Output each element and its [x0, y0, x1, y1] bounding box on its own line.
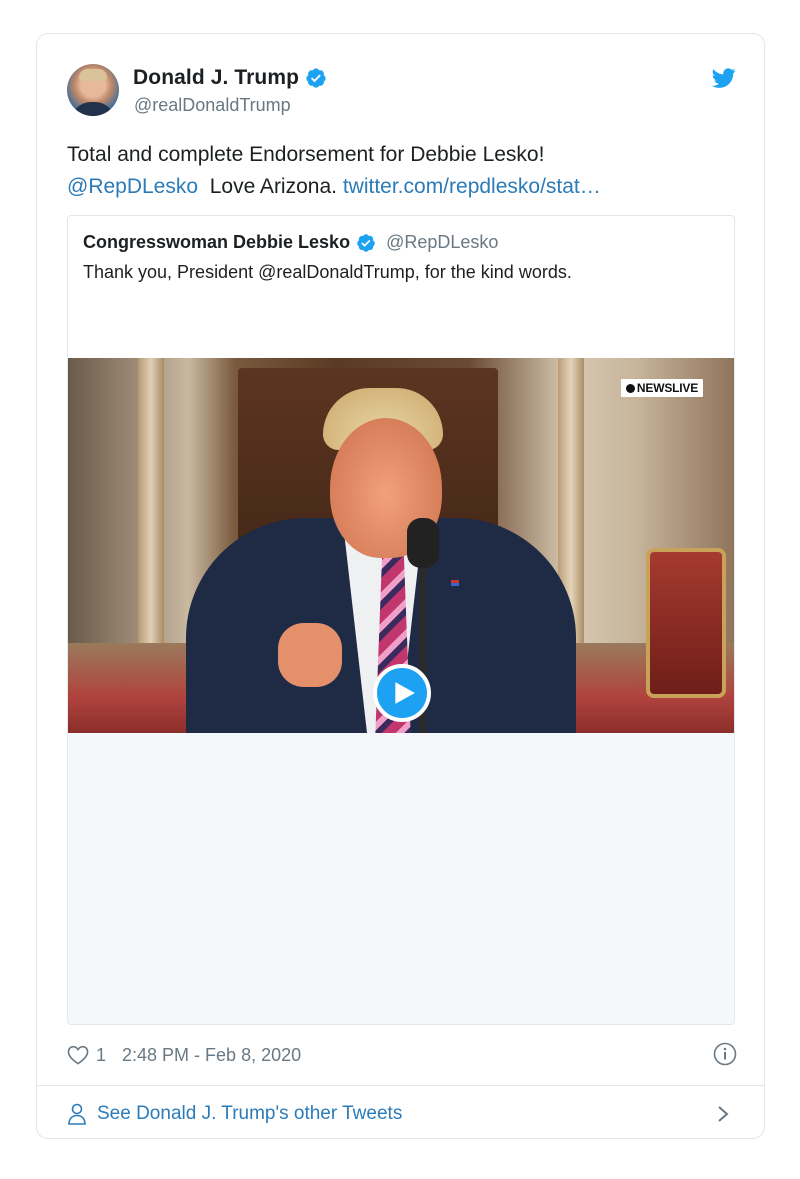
quoted-text: Thank you, President @realDonaldTrump, f… [83, 262, 572, 282]
quoted-tweet[interactable]: Congresswoman Debbie Lesko @RepDLesko Th… [67, 215, 735, 1025]
news-badge-text: NEWSLIVE [636, 381, 698, 395]
quoted-author-name: Congresswoman Debbie Lesko [83, 232, 351, 252]
author-handle[interactable]: @realDonaldTrump [134, 95, 291, 116]
abc-logo-icon [625, 383, 635, 393]
timestamp[interactable]: 2:48 PM - Feb 8, 2020 [122, 1045, 301, 1066]
author-name[interactable]: Donald J. Trump [133, 66, 299, 90]
quoted-author-handle: @RepDLesko [386, 232, 499, 252]
verified-badge-icon [306, 68, 326, 88]
like-count: 1 [96, 1044, 107, 1065]
mention-link[interactable]: @RepDLesko [67, 175, 198, 198]
video-player[interactable]: NEWSLIVE [68, 358, 734, 733]
person-icon [68, 1103, 86, 1125]
tweet-header: Donald J. Trump @realDonaldTrump [67, 64, 737, 118]
heart-icon[interactable] [67, 1045, 89, 1065]
see-other-tweets-label[interactable]: See Donald J. Trump's other Tweets [97, 1103, 402, 1125]
verified-badge-icon [357, 233, 375, 252]
tweet-body: Total and complete Endorsement for Debbi… [67, 139, 727, 203]
avatar-hair [79, 69, 107, 81]
flag-pin [451, 580, 459, 586]
tweet-text-line2: @RepDLesko Love Arizona. twitter.com/rep… [67, 171, 727, 203]
news-logo-badge: NEWSLIVE [620, 379, 703, 397]
chevron-right-icon[interactable] [717, 1105, 729, 1123]
video-bg-pillar [138, 358, 164, 658]
microphone [407, 518, 439, 568]
avatar-suit [71, 102, 115, 116]
author-name-row: Donald J. Trump [133, 66, 327, 90]
see-other-tweets-link[interactable]: See Donald J. Trump's other Tweets [67, 1099, 737, 1129]
video-bg-chair [646, 548, 726, 698]
info-icon[interactable] [713, 1042, 737, 1066]
quoted-media-placeholder [68, 733, 734, 1024]
quoted-header: Congresswoman Debbie Lesko @RepDLesko [83, 232, 498, 253]
tweet-text-middle: Love Arizona. [209, 175, 337, 198]
author-avatar[interactable] [67, 64, 119, 116]
play-button[interactable] [373, 664, 431, 722]
embedded-tweet-card: Donald J. Trump @realDonaldTrump Total a… [36, 33, 765, 1139]
status-link[interactable]: twitter.com/repdlesko/stat… [343, 175, 601, 198]
tweet-meta: 1 2:48 PM - Feb 8, 2020 [67, 1040, 737, 1070]
twitter-bird-icon[interactable] [711, 66, 737, 90]
video-person-hand [278, 623, 342, 687]
footer-divider [37, 1085, 764, 1086]
play-icon [395, 682, 415, 704]
tweet-text-line1: Total and complete Endorsement for Debbi… [67, 143, 545, 166]
